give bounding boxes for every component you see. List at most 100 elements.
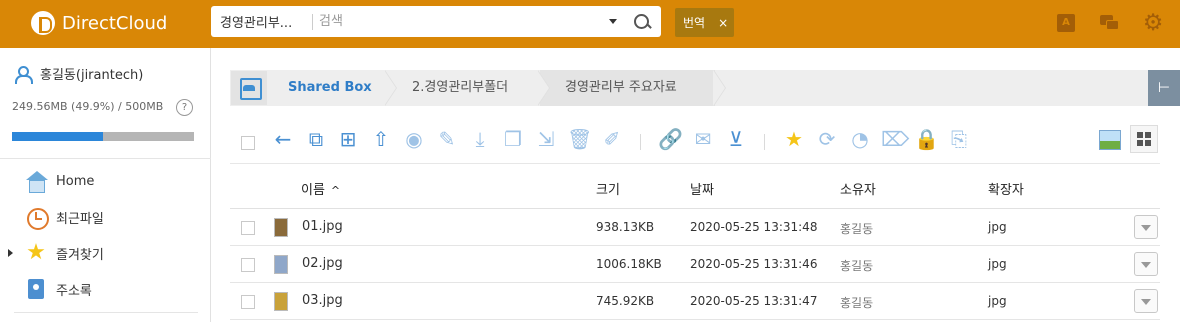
row-checkbox[interactable] xyxy=(241,221,255,235)
rename-icon[interactable]: ✐ xyxy=(600,127,624,151)
help-icon[interactable]: ? xyxy=(176,99,193,116)
row-menu-button[interactable] xyxy=(1134,215,1158,239)
sidebar-item-address-book[interactable]: 주소록 xyxy=(25,276,92,302)
gear-icon[interactable]: ⚙ xyxy=(1142,12,1164,35)
sidebar-divider xyxy=(0,158,211,159)
user-icon xyxy=(14,65,33,84)
close-icon[interactable]: × xyxy=(718,16,728,30)
chat-icon[interactable] xyxy=(1098,12,1120,34)
storage-progress-bar xyxy=(12,132,194,141)
edit-icon[interactable]: ✎ xyxy=(435,127,459,151)
home-icon xyxy=(25,170,48,193)
shared-box-icon[interactable] xyxy=(231,71,267,105)
table-row[interactable]: 03.jpg 745.92KB 2020-05-25 13:31:47 홍길동 … xyxy=(230,283,1160,320)
table-row[interactable]: 01.jpg 938.13KB 2020-05-25 13:31:48 홍길동 … xyxy=(230,209,1160,246)
sidebar-divider xyxy=(14,312,198,313)
translate-label: 번역 xyxy=(683,16,706,30)
delete-icon[interactable]: 🗑 xyxy=(567,127,592,151)
sort-ascending-icon[interactable]: ^ xyxy=(331,184,340,197)
mail-icon[interactable]: ✉ xyxy=(691,127,715,151)
search-icon[interactable] xyxy=(631,11,653,33)
sidebar-item-home[interactable]: Home xyxy=(25,168,94,194)
back-icon[interactable]: ← xyxy=(271,127,295,151)
file-date: 2020-05-25 13:31:46 xyxy=(690,257,818,271)
search-scope-select[interactable]: 경영관리부... xyxy=(211,12,306,31)
image-thumbnail xyxy=(274,255,288,274)
column-size[interactable]: 크기 xyxy=(596,179,620,198)
office-icon[interactable]: A xyxy=(1055,12,1077,34)
history-icon[interactable]: ◔ xyxy=(848,127,872,151)
star-icon[interactable]: ★ xyxy=(782,127,806,151)
copy-icon[interactable]: ⧉ xyxy=(304,127,328,151)
image-view-icon[interactable] xyxy=(1099,130,1121,150)
translate-button[interactable]: 번역 × xyxy=(675,8,734,37)
column-owner[interactable]: 소유자 xyxy=(840,179,876,198)
file-extension: jpg xyxy=(988,294,1007,308)
sync-icon[interactable]: ⟳ xyxy=(815,127,839,151)
lock-icon[interactable]: 🔒 xyxy=(914,127,939,151)
breadcrumb-separator xyxy=(384,70,397,106)
sidebar: 홍길동(jirantech) 249.56MB (49.9%) / 500MB … xyxy=(0,48,211,322)
storage-usage-text: 249.56MB (49.9%) / 500MB xyxy=(12,100,164,113)
image-thumbnail xyxy=(274,218,288,237)
breadcrumb-folder[interactable]: 2.경영관리부폴더 xyxy=(412,70,508,106)
sidebar-item-label: Home xyxy=(56,173,95,189)
sidebar-item-label: 최근파일 xyxy=(56,211,104,227)
link-icon[interactable]: 🔗 xyxy=(658,127,683,151)
file-name[interactable]: 03.jpg xyxy=(302,293,343,308)
chevron-down-icon[interactable] xyxy=(609,19,617,24)
file-date: 2020-05-25 13:31:48 xyxy=(690,220,818,234)
row-checkbox[interactable] xyxy=(241,258,255,272)
file-table-header: 이름 ^ 크기 날짜 소유자 확장자 xyxy=(230,163,1160,209)
move-icon[interactable]: ⇲ xyxy=(534,127,558,151)
tag-icon[interactable]: ⌦ xyxy=(881,127,909,151)
user-profile[interactable]: 홍길동(jirantech) xyxy=(14,64,144,84)
file-owner: 홍길동 xyxy=(840,222,874,236)
search-bar: 경영관리부... xyxy=(211,6,661,37)
column-date[interactable]: 날짜 xyxy=(690,179,714,198)
sidebar-item-recent[interactable]: 최근파일 xyxy=(25,204,104,230)
file-name[interactable]: 01.jpg xyxy=(302,219,343,234)
breadcrumb-separator xyxy=(537,70,550,106)
toolbar-divider xyxy=(764,134,765,150)
breadcrumb-shared-box[interactable]: Shared Box xyxy=(288,70,372,106)
breadcrumb-separator xyxy=(713,70,726,106)
new-folder-icon[interactable]: ⊞ xyxy=(336,127,360,151)
panel-toggle-button[interactable]: ⊢ xyxy=(1148,70,1180,106)
brand-name: DirectCloud xyxy=(62,12,168,34)
search-input[interactable] xyxy=(319,14,609,29)
row-menu-button[interactable] xyxy=(1134,252,1158,276)
table-row[interactable]: 02.jpg 1006.18KB 2020-05-25 13:31:46 홍길동… xyxy=(230,246,1160,283)
file-extension: jpg xyxy=(988,257,1007,271)
preview-icon[interactable]: ◉ xyxy=(402,127,426,151)
breadcrumb-current: 경영관리부 주요자료 xyxy=(565,80,677,95)
column-name[interactable]: 이름 ^ xyxy=(301,179,340,198)
expand-arrow-icon[interactable] xyxy=(8,249,13,257)
star-icon: ★ xyxy=(26,240,46,265)
file-name[interactable]: 02.jpg xyxy=(302,256,343,271)
file-extension: jpg xyxy=(988,220,1007,234)
storage-progress-fill xyxy=(12,132,103,141)
clock-icon xyxy=(25,206,49,230)
file-size: 1006.18KB xyxy=(596,257,662,271)
file-size: 938.13KB xyxy=(596,220,655,234)
file-owner: 홍길동 xyxy=(840,259,874,273)
user-name: 홍길동(jirantech) xyxy=(40,68,144,83)
download-box-icon[interactable]: ⊻ xyxy=(724,127,748,151)
duplicate-icon[interactable]: ❐ xyxy=(501,127,525,151)
address-book-icon xyxy=(25,278,47,300)
sidebar-item-favorites[interactable]: ★ 즐겨찾기 xyxy=(25,240,104,266)
column-name-label: 이름 xyxy=(301,183,325,198)
sidebar-item-label: 즐겨찾기 xyxy=(56,247,104,263)
grid-view-icon[interactable] xyxy=(1130,125,1158,153)
select-all-checkbox[interactable] xyxy=(241,136,255,150)
brand-logo[interactable]: DirectCloud xyxy=(31,11,167,35)
file-toolbar: ← ⧉ ⊞ ⇧ ◉ ✎ ⤓ ❐ ⇲ 🗑 ✐ 🔗 ✉ ⊻ ★ ⟳ ◔ ⌦ 🔒 ⎘ xyxy=(230,125,1160,155)
row-checkbox[interactable] xyxy=(241,295,255,309)
row-menu-button[interactable] xyxy=(1134,289,1158,313)
sidebar-item-label: 주소록 xyxy=(56,283,92,299)
upload-icon[interactable]: ⇧ xyxy=(369,127,393,151)
download-icon[interactable]: ⤓ xyxy=(468,127,492,151)
column-extension[interactable]: 확장자 xyxy=(988,179,1024,198)
version-icon[interactable]: ⎘ xyxy=(947,127,971,151)
